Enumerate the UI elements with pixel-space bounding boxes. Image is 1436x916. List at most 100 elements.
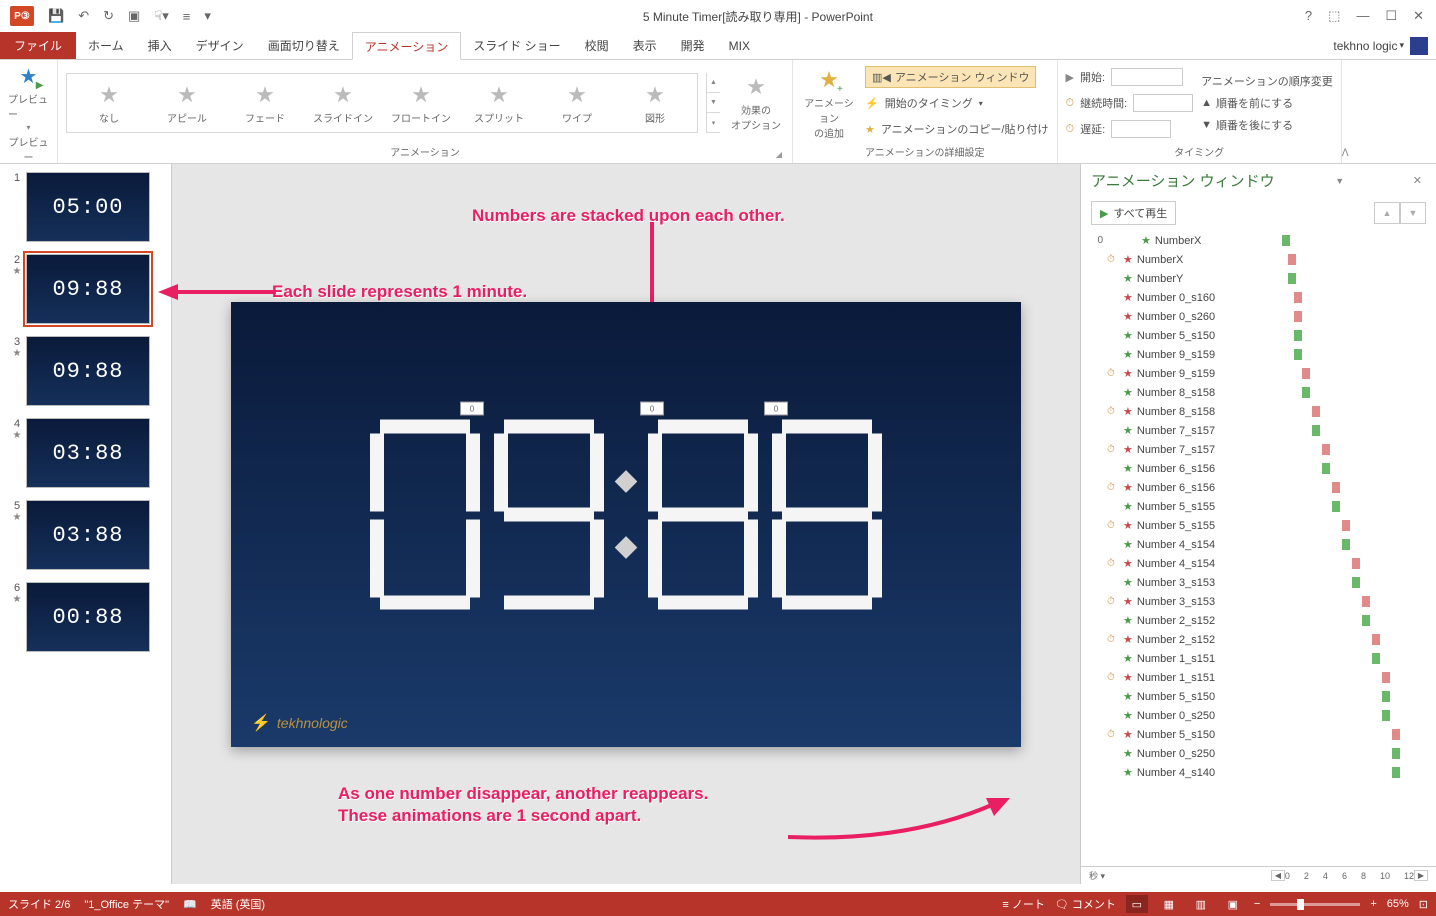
theme-name[interactable]: "1_Office テーマ" [84,896,169,912]
animation-item[interactable]: ⏱★Number 6_s156 [1089,478,1436,497]
animation-item[interactable]: ★Number 1_s151 [1089,649,1436,668]
ruler-right-icon[interactable]: ▶ [1414,870,1428,881]
undo-icon[interactable]: ↶ [78,8,89,24]
move-later-button[interactable]: ▼順番を後にする [1201,114,1333,136]
zoom-level[interactable]: 65% [1387,898,1409,910]
line-spacing-icon[interactable]: ≡ [183,9,191,24]
tab-デザイン[interactable]: デザイン [184,32,256,59]
slideshow-view-icon[interactable]: ▣ [1222,895,1244,913]
tab-ホーム[interactable]: ホーム [76,32,136,59]
close-icon[interactable]: ✕ [1413,8,1424,24]
sorter-view-icon[interactable]: ▦ [1158,895,1180,913]
animation-item[interactable]: ★Number 4_s140 [1089,763,1436,782]
dialog-launcher-icon[interactable]: ◢ [776,150,782,159]
anim-preset-ワイプ[interactable]: ★ワイプ [541,82,613,125]
anim-preset-図形[interactable]: ★図形 [619,82,691,125]
animation-item[interactable]: ★Number 9_s159 [1089,345,1436,364]
anim-preset-なし[interactable]: ★なし [73,82,145,125]
tab-MIX[interactable]: MIX [717,32,762,59]
tab-アニメーション[interactable]: アニメーション [352,32,462,60]
ruler-left-icon[interactable]: ◀ [1271,870,1285,881]
animation-item[interactable]: ⏱★Number 9_s159 [1089,364,1436,383]
animation-item[interactable]: ⏱★Number 8_s158 [1089,402,1436,421]
tab-file[interactable]: ファイル [0,32,76,59]
collapse-ribbon-icon[interactable]: ᐱ [1342,148,1356,163]
slide-thumbnail[interactable]: 05:00 [26,172,150,242]
animation-item[interactable]: ★Number 0_s250 [1089,744,1436,763]
tab-表示[interactable]: 表示 [621,32,669,59]
save-icon[interactable]: 💾 [48,8,64,24]
preview-button[interactable]: ★▶ プレビュー ▾ [8,64,49,132]
anim-preset-スライドイン[interactable]: ★スライドイン [307,82,379,125]
slide-counter[interactable]: スライド 2/6 [8,896,70,912]
move-up-button[interactable]: ▲ [1374,202,1400,224]
language-status[interactable]: 英語 (英国) [211,896,265,912]
effect-options-button[interactable]: ★ 効果の オプション [728,74,784,132]
anim-preset-スプリット[interactable]: ★スプリット [463,82,535,125]
user-avatar-icon[interactable] [1410,37,1428,55]
user-name[interactable]: tekhno logic [1333,39,1397,53]
trigger-button[interactable]: ⚡開始のタイミング▾ [865,92,1049,114]
animation-item[interactable]: ⏱★Number 7_s157 [1089,440,1436,459]
animation-item[interactable]: ⏱★Number 3_s153 [1089,592,1436,611]
animation-item[interactable]: ⏱★NumberX [1089,250,1436,269]
tab-開発[interactable]: 開発 [669,32,717,59]
touch-mode-icon[interactable]: ☟▾ [154,8,168,24]
animation-pane-button[interactable]: ▥◀アニメーション ウィンドウ [865,66,1036,88]
animation-gallery[interactable]: ★なし★アピール★フェード★スライドイン★フロートイン★スプリット★ワイプ★図形 [66,73,698,133]
duration-field[interactable] [1133,94,1193,112]
zoom-in-icon[interactable]: + [1370,898,1376,910]
animation-item[interactable]: ⏱★Number 5_s150 [1089,725,1436,744]
spellcheck-icon[interactable]: 📖 [183,898,197,911]
redo-icon[interactable]: ↻ [103,8,114,24]
animation-item[interactable]: ★Number 5_s150 [1089,326,1436,345]
animation-item[interactable]: ★NumberY [1089,269,1436,288]
animation-item[interactable]: ⏱★Number 1_s151 [1089,668,1436,687]
move-earlier-button[interactable]: ▲順番を前にする [1201,92,1333,114]
start-from-beginning-icon[interactable]: ▣ [128,8,140,24]
animation-item[interactable]: ★Number 4_s154 [1089,535,1436,554]
start-field[interactable] [1111,68,1183,86]
notes-button[interactable]: ≡ ノート [1002,896,1044,912]
fit-window-icon[interactable]: ⊡ [1419,898,1428,911]
pane-close-icon[interactable]: ✕ [1413,174,1422,187]
tab-スライド ショー[interactable]: スライド ショー [461,32,572,59]
reading-view-icon[interactable]: ▥ [1190,895,1212,913]
animation-item[interactable]: ⏱★Number 4_s154 [1089,554,1436,573]
anim-preset-アピール[interactable]: ★アピール [151,82,223,125]
animation-item[interactable]: ★Number 8_s158 [1089,383,1436,402]
slide-thumbnail[interactable]: 00:88 [26,582,150,652]
play-all-button[interactable]: ▶すべて再生 [1091,201,1176,225]
animation-item[interactable]: ★Number 7_s157 [1089,421,1436,440]
animation-list[interactable]: 0★NumberX⏱★NumberX★NumberY★Number 0_s160… [1081,229,1436,866]
gallery-scroll[interactable]: ▲▼▾ [706,73,720,133]
add-animation-button[interactable]: ★+ アニメーション の追加 [801,67,857,140]
animation-item[interactable]: ★Number 3_s153 [1089,573,1436,592]
animation-item[interactable]: ★Number 0_s160 [1089,288,1436,307]
tab-校閲[interactable]: 校閲 [573,32,621,59]
animation-item[interactable]: ★Number 0_s260 [1089,307,1436,326]
slide-thumbnail[interactable]: 09:88 [26,254,150,324]
animation-item[interactable]: ★Number 6_s156 [1089,459,1436,478]
animation-item[interactable]: ★Number 5_s155 [1089,497,1436,516]
minimize-icon[interactable]: — [1356,8,1369,24]
animation-item[interactable]: ★Number 5_s150 [1089,687,1436,706]
normal-view-icon[interactable]: ▭ [1126,895,1148,913]
anim-preset-フェード[interactable]: ★フェード [229,82,301,125]
animation-item[interactable]: ★NumberX [1107,231,1436,250]
ribbon-display-icon[interactable]: ⬚ [1328,8,1340,24]
delay-field[interactable] [1111,120,1171,138]
slide-thumbnail[interactable]: 03:88 [26,500,150,570]
animation-item[interactable]: ★Number 2_s152 [1089,611,1436,630]
pane-dropdown-icon[interactable]: ▼ [1335,176,1344,186]
slide[interactable]: 0 0 0 ⚡ tekhnologic [231,302,1021,747]
tab-画面切り替え[interactable]: 画面切り替え [256,32,352,59]
zoom-slider[interactable] [1270,903,1360,906]
tab-挿入[interactable]: 挿入 [136,32,184,59]
slide-thumbnail[interactable]: 03:88 [26,418,150,488]
slide-thumbnail[interactable]: 09:88 [26,336,150,406]
zoom-out-icon[interactable]: − [1254,898,1260,910]
animation-item[interactable]: ⏱★Number 5_s155 [1089,516,1436,535]
maximize-icon[interactable]: ☐ [1385,8,1397,24]
animation-item[interactable]: ★Number 0_s250 [1089,706,1436,725]
